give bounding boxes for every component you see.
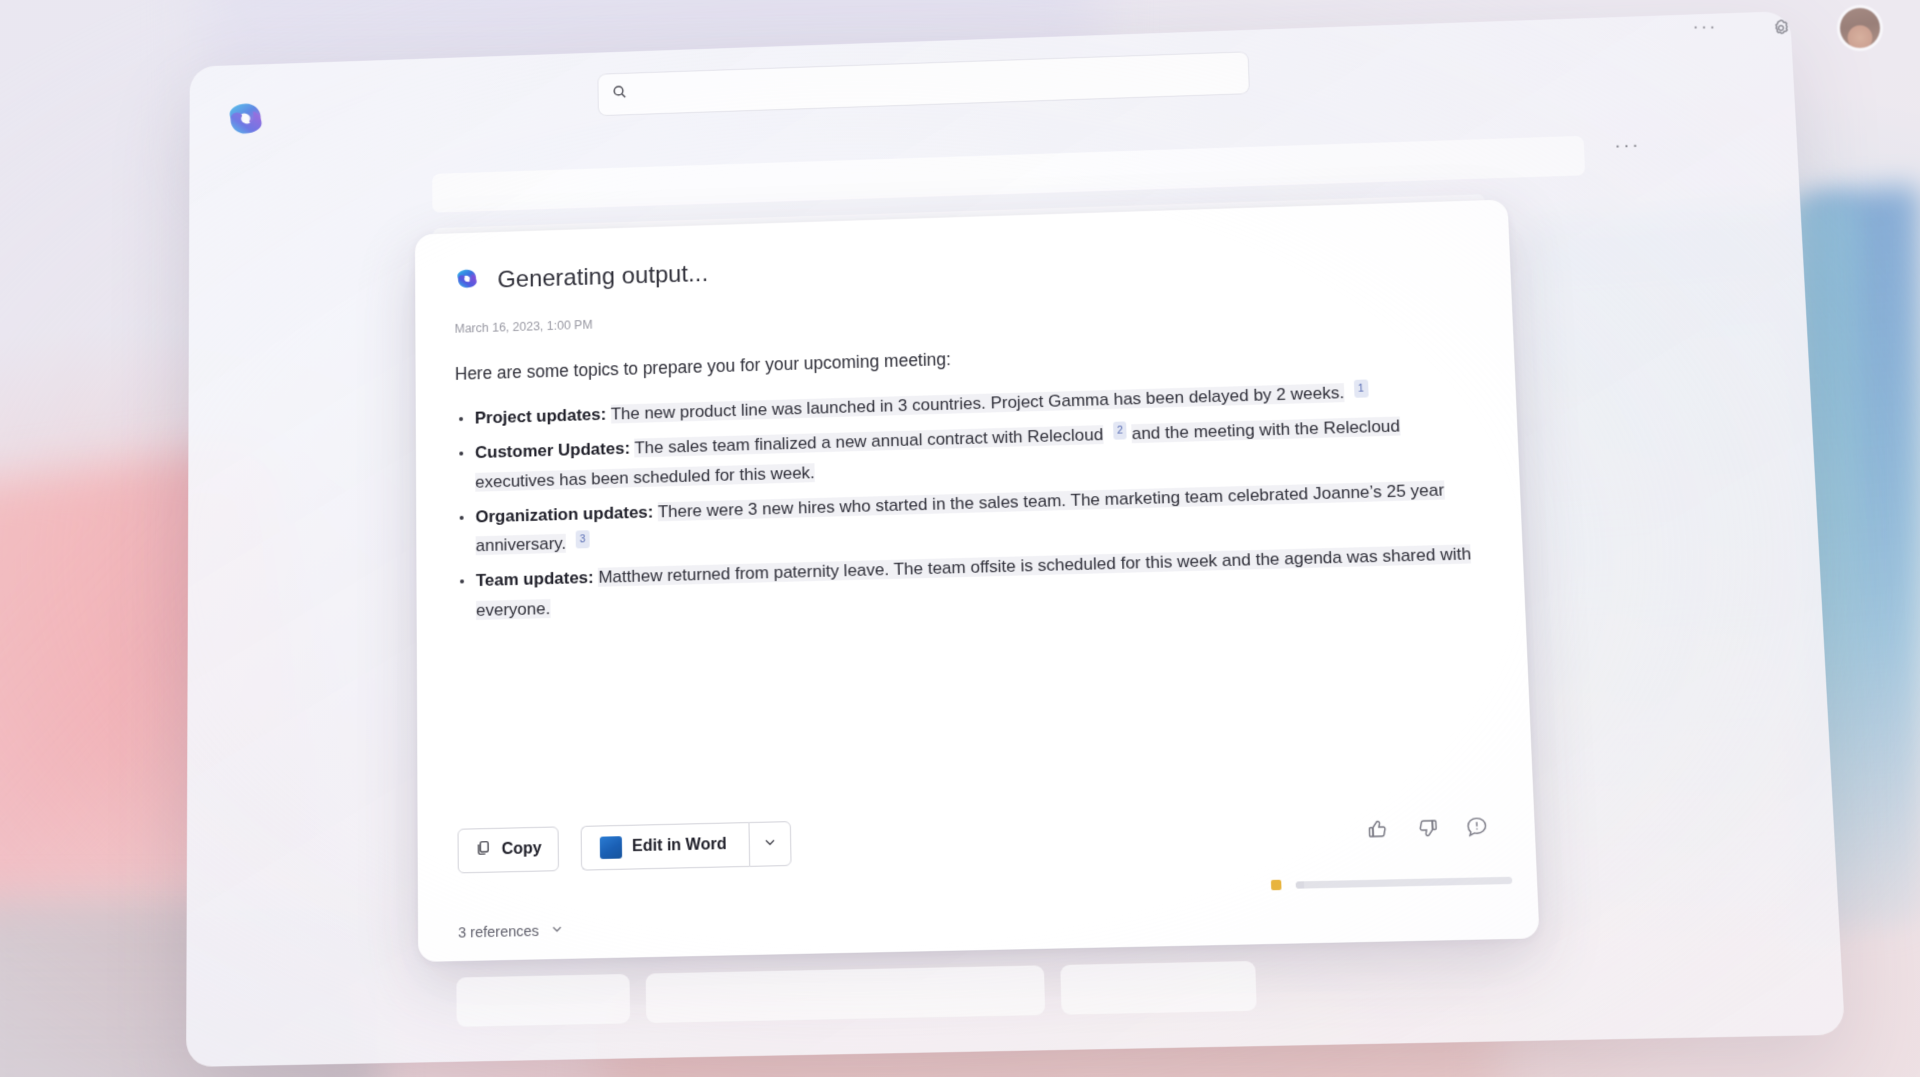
card-header: Generating output... [454, 234, 1469, 296]
app-surface-wrapper: ··· Generating output... March 16, 2023,… [0, 0, 1920, 1077]
copy-button-label: Copy [502, 840, 542, 859]
search-bar[interactable] [597, 51, 1250, 116]
report-icon[interactable] [1464, 814, 1490, 844]
citation-marker[interactable]: 1 [1354, 379, 1369, 397]
copilot-logo-icon-small [454, 266, 480, 297]
references-label: 3 references [458, 923, 539, 941]
gear-icon[interactable] [1764, 11, 1798, 45]
edit-in-word-label: Edit in Word [632, 836, 727, 856]
timestamp: March 16, 2023, 1:00 PM [455, 291, 1472, 336]
list-item-text: The sales team finalized a new annual co… [634, 426, 1103, 458]
avatar[interactable] [1840, 8, 1880, 48]
suggestion-chip[interactable] [456, 974, 630, 1027]
status-badge [1271, 880, 1282, 891]
row-more-options-button[interactable]: ··· [1614, 140, 1641, 151]
suggestion-chip[interactable] [646, 965, 1046, 1023]
app-surface: ··· Generating output... March 16, 2023,… [186, 11, 1845, 1067]
page-title: Generating output... [497, 260, 708, 294]
word-icon [600, 836, 622, 859]
chevron-down-icon [549, 921, 564, 941]
list-item-label: Organization updates: [475, 503, 653, 527]
thumbs-up-icon[interactable] [1365, 817, 1391, 847]
list-item-label: Project updates: [475, 405, 607, 428]
suggestion-chip-row [456, 961, 1256, 1027]
copy-icon [475, 839, 492, 862]
list-item-label: Team updates: [476, 568, 594, 590]
progress-bar-track [1296, 876, 1513, 888]
list-item-label: Customer Updates: [475, 439, 630, 462]
progress-bar-fill [1296, 881, 1305, 888]
action-bar: Copy Edit in Word [458, 821, 792, 873]
screen: ··· ··· Generating output... March 16, 2… [0, 0, 1920, 1077]
search-input[interactable] [636, 66, 1210, 101]
suggestion-chip[interactable] [1060, 961, 1257, 1015]
feedback-bar [1365, 814, 1490, 847]
copy-button[interactable]: Copy [458, 826, 559, 873]
window-chrome-controls: ··· [1688, 8, 1880, 48]
more-options-button[interactable]: ··· [1688, 11, 1722, 45]
references-toggle[interactable]: 3 references [458, 921, 564, 943]
chevron-down-icon [762, 833, 779, 855]
citation-marker[interactable]: 2 [1113, 421, 1127, 439]
edit-in-word-dropdown-button[interactable] [748, 821, 791, 867]
edit-in-word-button[interactable]: Edit in Word [581, 822, 749, 871]
citation-marker[interactable]: 3 [576, 530, 590, 548]
thumbs-down-icon[interactable] [1415, 815, 1441, 845]
search-icon [611, 83, 628, 105]
generation-progress [1271, 875, 1512, 891]
edit-in-word-split-button: Edit in Word [581, 821, 792, 871]
topic-list: Project updates: The new product line wa… [455, 375, 1484, 626]
copilot-logo-icon [224, 97, 267, 141]
copilot-response-card: Generating output... March 16, 2023, 1:0… [415, 199, 1540, 961]
